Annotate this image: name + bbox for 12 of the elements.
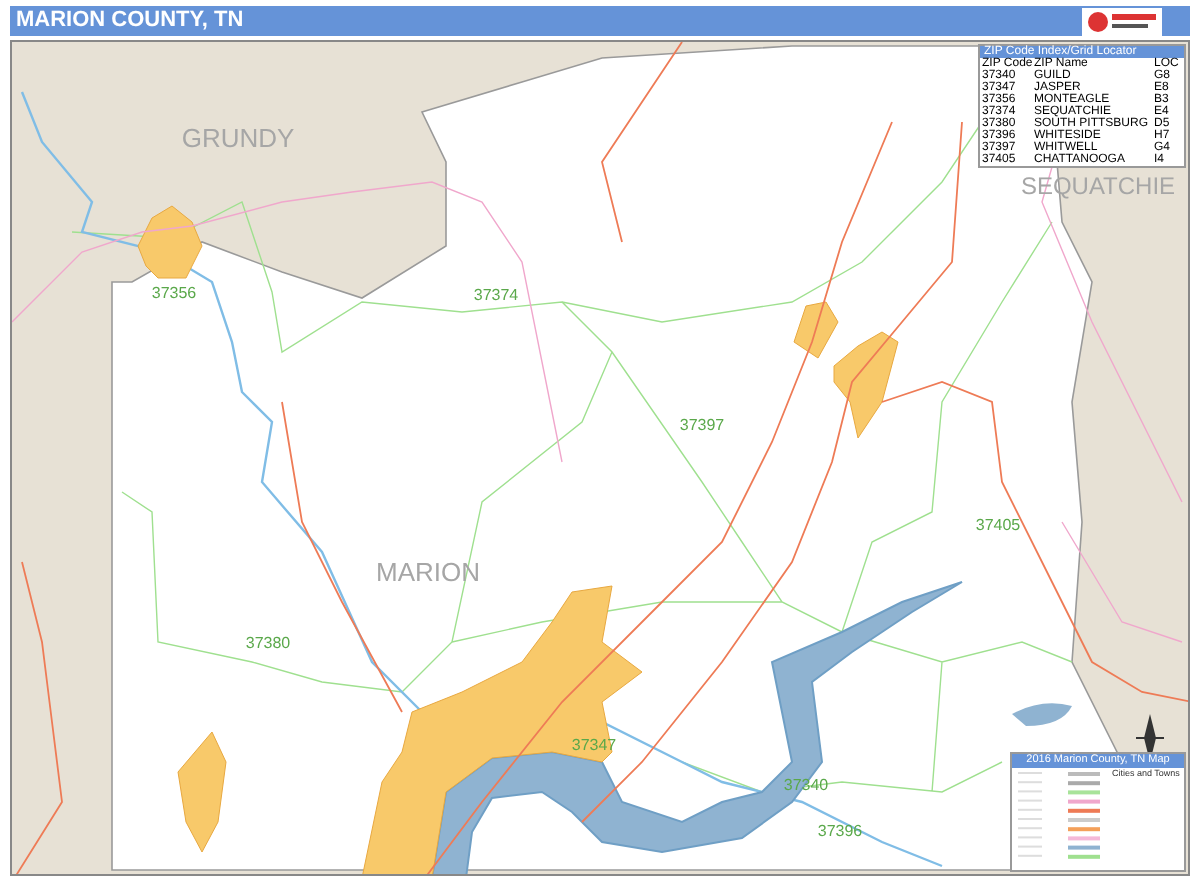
zip-label: 37380 xyxy=(245,636,291,652)
zip-label: 37396 xyxy=(817,824,863,840)
zip-label: 37356 xyxy=(151,286,197,302)
lake-area xyxy=(1012,703,1072,726)
city-area xyxy=(137,205,203,279)
zip-label: 37374 xyxy=(473,288,519,304)
logo-icon xyxy=(1082,7,1162,35)
zip-label: 37405 xyxy=(975,518,1021,534)
map-title: MARION COUNTY, TN xyxy=(14,10,244,32)
city-area xyxy=(177,731,227,853)
zip-label: 37397 xyxy=(679,418,725,434)
county-label: GRUNDY xyxy=(181,125,295,151)
